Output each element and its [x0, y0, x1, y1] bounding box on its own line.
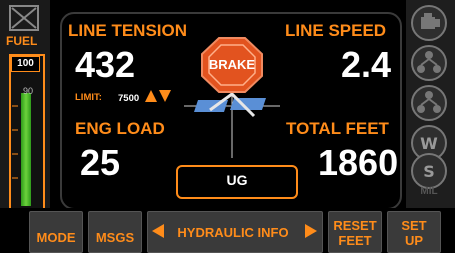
mode-display-value: UG	[226, 172, 248, 188]
network-icon[interactable]	[409, 44, 449, 82]
total-feet-label: TOTAL FEET	[286, 119, 389, 138]
line-tension-label: LINE TENSION	[68, 21, 188, 40]
line-tension-value: 432	[75, 44, 136, 85]
messages-button[interactable]	[88, 211, 142, 253]
fuel-mark-label: 90	[23, 86, 34, 96]
engine-load-value: 25	[80, 142, 121, 183]
engine-load-label: ENG LOAD	[75, 119, 165, 138]
line-speed-value: 2.4	[341, 44, 392, 85]
total-feet-value: 1860	[318, 142, 399, 183]
fuel-level-bar	[21, 93, 31, 206]
service-icon[interactable]: S	[409, 152, 449, 190]
line-speed-label: LINE SPEED	[285, 21, 387, 40]
previous-arrow-icon[interactable]	[151, 223, 165, 239]
svg-text:W: W	[420, 134, 438, 153]
fuel-label: FUEL	[6, 34, 38, 48]
svg-text:S: S	[423, 162, 435, 181]
reset-feet-button[interactable]	[328, 211, 382, 253]
fuel-warning-icon	[9, 5, 39, 31]
fuel-max-label: 100	[11, 56, 40, 72]
mode-button[interactable]	[29, 211, 83, 253]
engine-icon[interactable]	[409, 4, 449, 42]
tension-limit-value: 7500	[118, 93, 140, 104]
hydraulic-info-selector[interactable]	[147, 211, 323, 253]
limit-adjust-icon[interactable]	[144, 89, 172, 103]
mil-label: MIL	[420, 186, 438, 197]
next-arrow-icon[interactable]	[304, 223, 318, 239]
brake-button[interactable]	[200, 36, 264, 94]
fuel-scale-ticks	[12, 105, 18, 179]
tension-limit-label: LIMIT:	[75, 92, 102, 103]
network-icon[interactable]	[409, 84, 449, 122]
setup-button[interactable]	[387, 211, 441, 253]
